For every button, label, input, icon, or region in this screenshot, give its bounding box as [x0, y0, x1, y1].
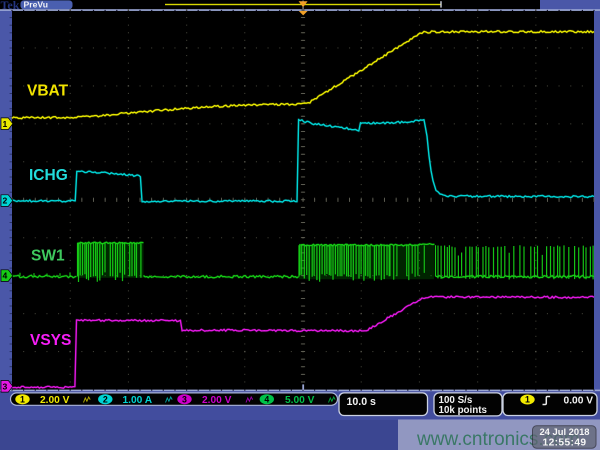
- svg-text:1.00 A: 1.00 A: [123, 395, 153, 406]
- svg-text:2.00 V: 2.00 V: [202, 395, 232, 406]
- svg-text:24 Jul 2018: 24 Jul 2018: [539, 426, 589, 437]
- svg-text:1: 1: [525, 395, 530, 405]
- svg-text:3: 3: [3, 381, 8, 391]
- svg-text:1: 1: [3, 119, 8, 129]
- svg-text:SW1: SW1: [31, 248, 65, 265]
- svg-text:10.0 s: 10.0 s: [347, 396, 377, 408]
- svg-text:12:55:49: 12:55:49: [543, 437, 587, 448]
- svg-text:2: 2: [103, 394, 108, 404]
- svg-text:5.00 V: 5.00 V: [285, 395, 315, 406]
- svg-text:10k points: 10k points: [439, 405, 488, 416]
- svg-text:2: 2: [3, 196, 8, 206]
- svg-text:4: 4: [3, 271, 8, 281]
- svg-text:PreVu: PreVu: [24, 0, 49, 10]
- svg-text:3: 3: [182, 394, 187, 404]
- svg-text:VBAT: VBAT: [27, 83, 69, 100]
- svg-text:VSYS: VSYS: [30, 332, 71, 349]
- svg-text:1: 1: [20, 394, 25, 404]
- svg-text:ICHG: ICHG: [29, 167, 68, 184]
- svg-text:2.00 V: 2.00 V: [40, 395, 70, 406]
- svg-text:4: 4: [264, 394, 269, 404]
- svg-text:0.00 V: 0.00 V: [564, 395, 594, 406]
